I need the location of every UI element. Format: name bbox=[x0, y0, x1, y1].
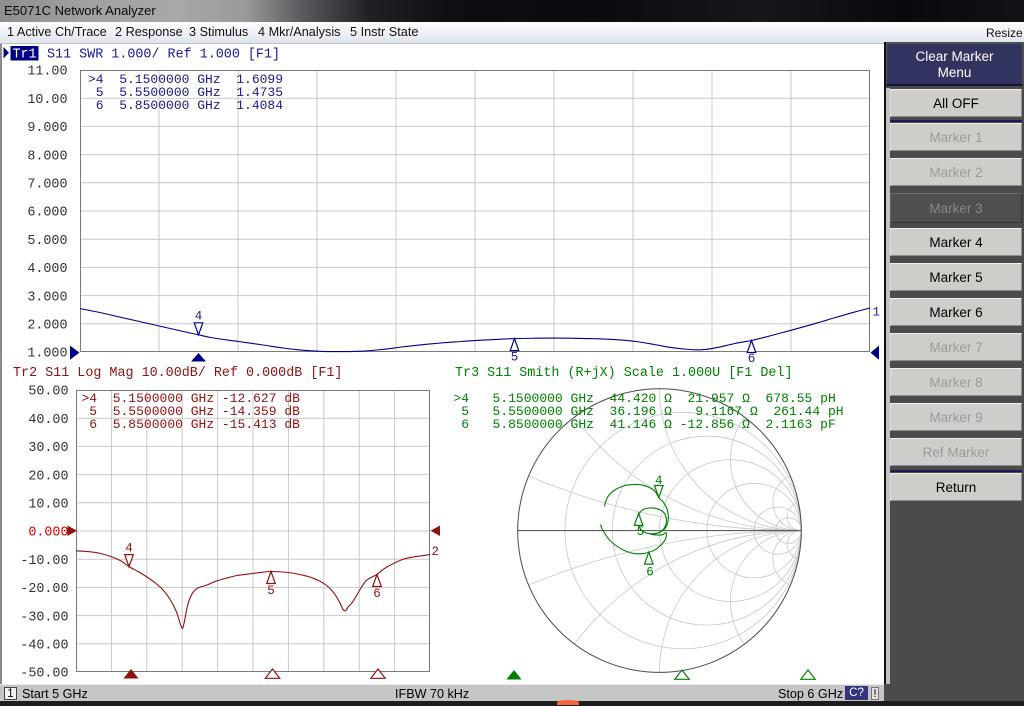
svg-text:-40.00: -40.00 bbox=[20, 639, 68, 654]
svg-text:-10.00: -10.00 bbox=[20, 554, 68, 569]
svg-text:Tr1: Tr1 bbox=[12, 48, 36, 63]
svg-text:5: 5 bbox=[267, 584, 275, 598]
svg-text:6 5.8500000 GHz -15.413 dB: 6 5.8500000 GHz -15.413 dB bbox=[82, 417, 301, 432]
svg-text:3.000: 3.000 bbox=[27, 290, 67, 305]
svg-text:6: 6 bbox=[748, 352, 756, 366]
svg-text:5: 5 bbox=[637, 525, 645, 539]
svg-text:6 5.8500000 GHz 1.4084: 6 5.8500000 GHz 1.4084 bbox=[88, 98, 283, 113]
svg-text:4: 4 bbox=[195, 310, 203, 324]
svg-text:4.000: 4.000 bbox=[27, 262, 67, 277]
svg-text:S11 SWR 1.000/ Ref 1.000 [F1]: S11 SWR 1.000/ Ref 1.000 [F1] bbox=[47, 48, 280, 63]
svg-text:-50.00: -50.00 bbox=[20, 667, 68, 682]
svg-text:6: 6 bbox=[373, 587, 381, 601]
svg-text:40.00: 40.00 bbox=[28, 413, 68, 428]
svg-text:-30.00: -30.00 bbox=[20, 610, 68, 625]
svg-text:6: 6 bbox=[646, 566, 654, 580]
svg-text:-20.00: -20.00 bbox=[20, 582, 68, 597]
svg-text:1: 1 bbox=[873, 306, 881, 320]
svg-text:7.000: 7.000 bbox=[27, 178, 67, 193]
svg-text:5: 5 bbox=[511, 351, 519, 365]
svg-text:4: 4 bbox=[125, 542, 133, 556]
svg-text:4: 4 bbox=[655, 474, 663, 488]
svg-text:1.000: 1.000 bbox=[27, 347, 67, 362]
svg-text:20.00: 20.00 bbox=[28, 469, 68, 484]
svg-text:0.000: 0.000 bbox=[28, 526, 68, 541]
svg-text:10.00: 10.00 bbox=[28, 498, 68, 513]
svg-text:2.000: 2.000 bbox=[27, 319, 67, 334]
svg-text:5.000: 5.000 bbox=[27, 234, 67, 249]
svg-text:Tr3 S11 Smith (R+jX) Scale 1.0: Tr3 S11 Smith (R+jX) Scale 1.000U [F1 De… bbox=[455, 366, 793, 381]
svg-text:8.000: 8.000 bbox=[27, 149, 67, 164]
svg-text:30.00: 30.00 bbox=[28, 441, 68, 456]
svg-text:50.00: 50.00 bbox=[28, 385, 68, 400]
svg-text:6.000: 6.000 bbox=[27, 206, 67, 221]
svg-text:2: 2 bbox=[432, 545, 440, 559]
svg-text:Tr2 S11 Log Mag 10.00dB/ Ref 0: Tr2 S11 Log Mag 10.00dB/ Ref 0.000dB [F1… bbox=[13, 366, 342, 381]
svg-text:6 5.8500000 GHz 41.146 Ω -1: 6 5.8500000 GHz 41.146 Ω -12.856 Ω 2.116… bbox=[454, 417, 836, 432]
svg-text:11.00: 11.00 bbox=[27, 65, 67, 80]
svg-text:9.000: 9.000 bbox=[27, 121, 67, 136]
svg-text:10.00: 10.00 bbox=[27, 93, 67, 108]
